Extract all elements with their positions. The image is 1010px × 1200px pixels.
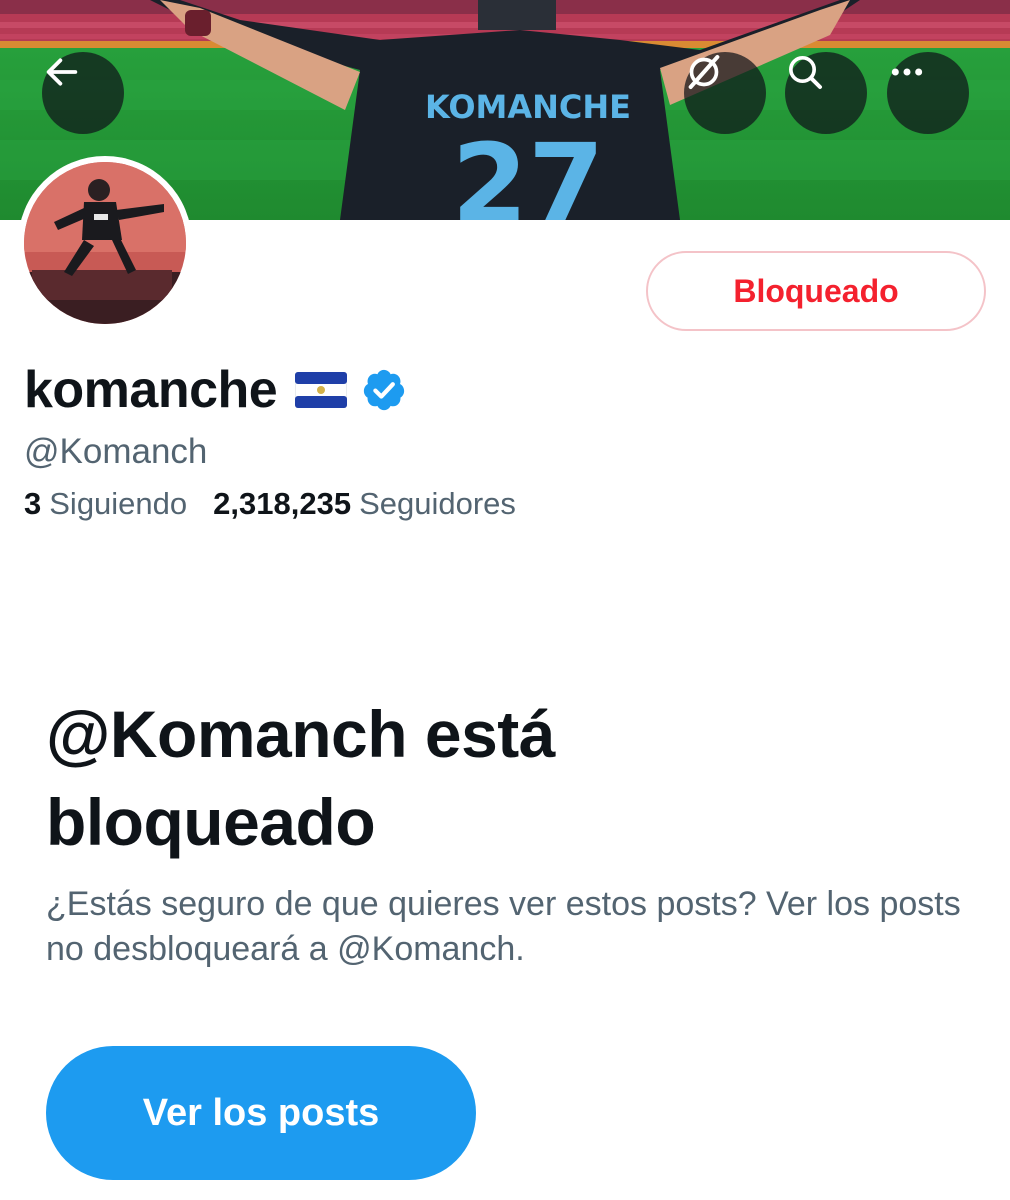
display-name-row: komanche — [24, 358, 407, 422]
avatar-image — [24, 162, 186, 324]
blocked-button-label: Bloqueado — [733, 272, 899, 309]
following-label: Siguiendo — [49, 486, 188, 521]
follow-stats: 3 Siguiendo 2,318,235 Seguidores — [24, 486, 542, 522]
view-posts-label: Ver los posts — [142, 1091, 380, 1134]
arrow-left-icon — [46, 58, 78, 86]
el-salvador-flag-icon — [295, 372, 348, 408]
search-button[interactable] — [785, 52, 867, 134]
followers-count: 2,318,235 — [213, 486, 352, 521]
display-name: komanche — [24, 361, 278, 419]
blocked-notice-title: @Komanch está bloqueado — [46, 697, 556, 859]
more-horizontal-icon — [891, 68, 923, 76]
svg-text:27: 27 — [451, 120, 604, 220]
back-button[interactable] — [42, 52, 124, 134]
search-icon — [789, 56, 822, 89]
user-handle: @Komanch — [24, 432, 208, 471]
following-count: 3 — [24, 486, 42, 521]
more-options-button[interactable] — [887, 52, 969, 134]
followers-link[interactable]: 2,318,235 Seguidores — [213, 486, 516, 522]
grok-button[interactable] — [684, 52, 766, 134]
view-posts-button[interactable]: Ver los posts — [46, 1046, 476, 1180]
grok-icon — [688, 55, 720, 89]
blocked-notice-description: ¿Estás seguro de que quieres ver estos p… — [46, 885, 961, 968]
verified-badge-icon — [364, 369, 405, 411]
following-link[interactable]: 3 Siguiendo — [24, 486, 187, 522]
avatar[interactable] — [18, 156, 192, 330]
blocked-button[interactable]: Bloqueado — [646, 251, 986, 331]
followers-label: Seguidores — [359, 486, 516, 521]
